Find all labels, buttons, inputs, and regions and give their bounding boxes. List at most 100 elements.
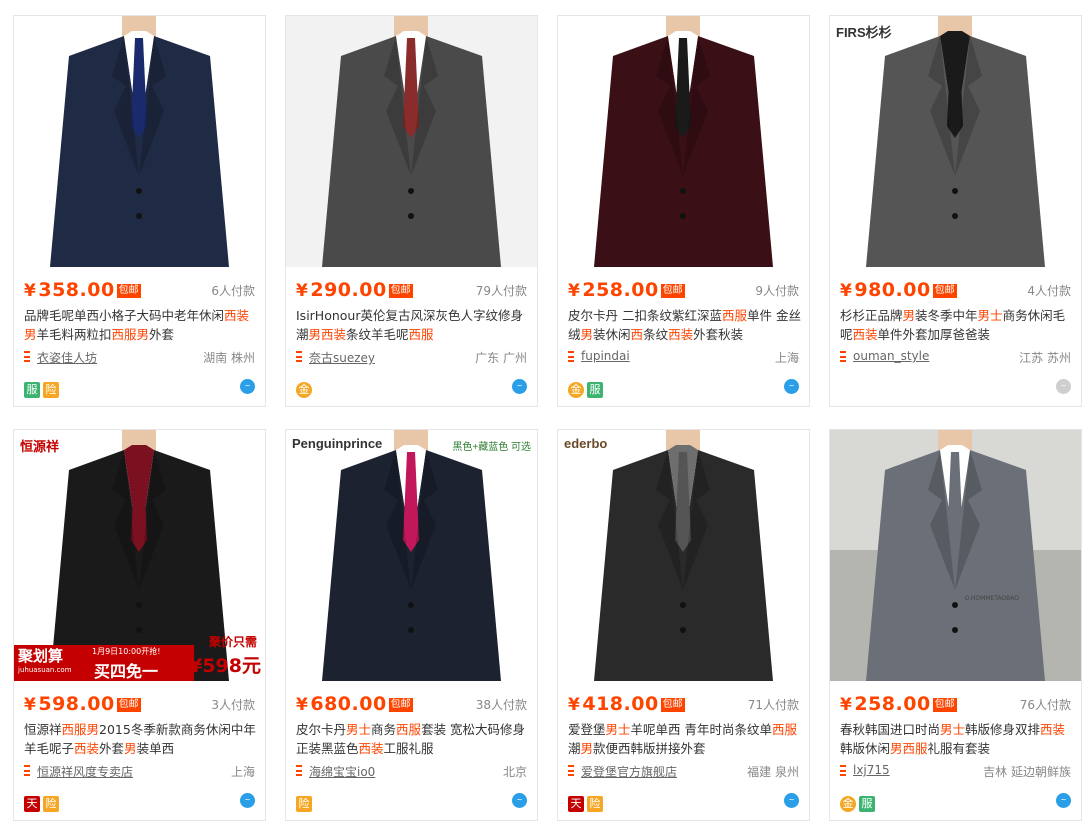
wangwang-chat-icon[interactable]: ~ xyxy=(784,793,799,808)
jacket-button xyxy=(952,602,958,608)
price-row: ¥358.00 包邮 6人付款 xyxy=(24,279,255,301)
title-text: 款便西韩版拼接外套 xyxy=(593,741,706,756)
shop-row: lxj715 吉林 延边朝鲜族 xyxy=(840,763,1071,779)
keyword-highlight: 西装 xyxy=(668,327,694,342)
gold-seller-icon[interactable]: 金 xyxy=(296,382,312,398)
price-value: 358.00 xyxy=(38,279,115,301)
keyword-highlight: 男西装 xyxy=(308,327,347,342)
keyword-highlight: 男西服 xyxy=(890,741,928,756)
product-title-link[interactable]: 杉杉正品牌男装冬季中年男士商务休闲毛呢西装单件外套加厚爸爸装 xyxy=(840,306,1073,346)
product-card[interactable]: ederbo ¥418.00 包邮 71人付款 爱登堡男士羊呢单西 青年时尚条纹单西服潮… xyxy=(557,429,810,821)
price-row: ¥680.00 包邮 38人付款 xyxy=(296,693,527,715)
shop-name-link[interactable]: fupindai xyxy=(581,349,630,363)
jacket-button xyxy=(680,188,686,194)
promo-date: 1月9日10:00开抢! xyxy=(92,647,161,656)
free-shipping-badge: 包邮 xyxy=(388,284,413,298)
wangwang-chat-icon[interactable]: ~ xyxy=(512,379,527,394)
title-text: 装休闲 xyxy=(593,327,631,342)
jacket-button xyxy=(680,627,686,633)
title-text: 装单西 xyxy=(136,741,175,756)
product-image-illustration xyxy=(14,16,265,267)
title-text: 皮尔卡丹 xyxy=(296,722,347,737)
gold-seller-icon[interactable]: 金 xyxy=(568,382,584,398)
insurance-icon[interactable]: 险 xyxy=(587,796,603,812)
currency-symbol: ¥ xyxy=(24,695,37,715)
shop-name-link[interactable]: ouman_style xyxy=(853,349,929,363)
tmall-icon[interactable]: 天 xyxy=(568,796,584,812)
keyword-highlight: 男士 xyxy=(605,722,631,737)
product-image[interactable] xyxy=(286,16,537,267)
wangwang-chat-icon[interactable]: ~ xyxy=(240,379,255,394)
currency-symbol: ¥ xyxy=(24,281,37,301)
service-guarantee-icon[interactable]: 服 xyxy=(859,796,875,812)
free-shipping-badge: 包邮 xyxy=(660,284,685,298)
product-title-link[interactable]: IsirHonour英伦复古风深灰色人字纹修身潮男西装条纹羊毛呢西服 xyxy=(296,306,529,346)
product-image[interactable]: Penguinprince 黑色+藏蓝色 可选 xyxy=(286,430,537,681)
product-card[interactable]: O.HOMMETAOBAO ¥258.00 包邮 76人付款 春秋韩国进口时尚男士韩版修… xyxy=(829,429,1082,821)
product-image[interactable]: ederbo xyxy=(558,430,809,681)
keyword-highlight: 男 xyxy=(902,308,916,323)
service-guarantee-icon[interactable]: 服 xyxy=(587,382,603,398)
price: ¥980.00 包邮 xyxy=(840,279,957,301)
service-icons: 天险 ~ xyxy=(568,792,799,812)
shop-row: ouman_style 江苏 苏州 xyxy=(840,349,1071,365)
price: ¥258.00 包邮 xyxy=(840,693,957,715)
jacket-button xyxy=(408,213,414,219)
tmall-icon[interactable]: 天 xyxy=(24,796,40,812)
product-image[interactable] xyxy=(558,16,809,267)
wangwang-chat-icon[interactable]: ~ xyxy=(1056,793,1071,808)
product-card[interactable]: Penguinprince 黑色+藏蓝色 可选 ¥680.00 包邮 38人付款皮尔卡丹… xyxy=(285,429,538,821)
title-text: 商务 xyxy=(371,722,397,737)
product-card[interactable]: ¥358.00 包邮 6人付款品牌毛呢单西小格子大码中老年休闲西装男羊毛料两粒扣西服… xyxy=(13,15,266,407)
shop-row: 奈古suezey 广东 广州 xyxy=(296,349,527,365)
product-image[interactable]: 恒源祥 聚划算 juhuasuan.com 1月9日10:00开抢! 买四免一 聚价只需 ¥… xyxy=(14,430,265,681)
product-title-link[interactable]: 品牌毛呢单西小格子大码中老年休闲西装男羊毛料两粒扣西服男外套 xyxy=(24,306,257,346)
insurance-icon[interactable]: 险 xyxy=(296,796,312,812)
product-card[interactable]: ¥290.00 包邮 79人付款 IsirHonour英伦复古风深灰色人字纹修身潮男西… xyxy=(285,15,538,407)
insurance-icon[interactable]: 险 xyxy=(43,382,59,398)
product-title-link[interactable]: 皮尔卡丹 二扣条纹紫红深蓝西服单件 金丝绒男装休闲西条纹西装外套秋装 xyxy=(568,306,801,346)
paid-count: 38人付款 xyxy=(475,698,527,712)
price-row: ¥258.00 包邮 9人付款 xyxy=(568,279,799,301)
product-title-link[interactable]: 恒源祥西服男2015冬季新款商务休闲中年羊毛呢子西装外套男装单西 xyxy=(24,720,257,760)
product-card[interactable]: ¥258.00 包邮 9人付款皮尔卡丹 二扣条纹紫红深蓝西服单件 金丝绒男装休闲西条… xyxy=(557,15,810,407)
paid-count: 79人付款 xyxy=(475,284,527,298)
service-guarantee-icon[interactable]: 服 xyxy=(24,382,40,398)
brand-logo: FIRS杉杉 xyxy=(836,25,892,40)
shop-name-link[interactable]: lxj715 xyxy=(853,763,890,777)
shop-name-link[interactable]: 衣姿佳人坊 xyxy=(37,349,97,366)
product-image[interactable] xyxy=(14,16,265,267)
product-card[interactable]: 恒源祥 聚划算 juhuasuan.com 1月9日10:00开抢! 买四免一 聚价只需 ¥… xyxy=(13,429,266,821)
location: 吉林 延边朝鲜族 xyxy=(983,765,1071,779)
shop-name-link[interactable]: 恒源祥风度专卖店 xyxy=(37,763,133,780)
shop-name-link[interactable]: 爱登堡官方旗舰店 xyxy=(581,763,677,780)
product-card[interactable]: FIRS杉杉 ¥980.00 包邮 4人付款 杉杉正品牌男装冬季中年男士商务休闲毛呢西装… xyxy=(829,15,1082,407)
product-image[interactable]: FIRS杉杉 xyxy=(830,16,1081,267)
title-text: 外套 xyxy=(99,741,125,756)
gold-seller-icon[interactable]: 金 xyxy=(840,796,856,812)
shop-icon xyxy=(296,765,302,776)
keyword-highlight: 西服 xyxy=(396,722,422,737)
product-image[interactable]: O.HOMMETAOBAO xyxy=(830,430,1081,681)
price: ¥680.00 包邮 xyxy=(296,693,413,715)
jacket-button xyxy=(952,213,958,219)
product-title-link[interactable]: 爱登堡男士羊呢单西 青年时尚条纹单西服潮男款便西韩版拼接外套 xyxy=(568,720,801,760)
wangwang-chat-icon[interactable]: ~ xyxy=(240,793,255,808)
wangwang-chat-icon[interactable]: ~ xyxy=(512,793,527,808)
shop-name-link[interactable]: 奈古suezey xyxy=(309,349,375,366)
jacket-button xyxy=(136,188,142,194)
free-shipping-badge: 包邮 xyxy=(660,698,685,712)
promo-right-label: 聚价只需 xyxy=(208,635,257,649)
insurance-icon[interactable]: 险 xyxy=(43,796,59,812)
title-text: 潮 xyxy=(568,741,581,756)
wangwang-chat-icon[interactable]: ~ xyxy=(1056,379,1071,394)
shop-icon xyxy=(296,351,302,362)
wangwang-chat-icon[interactable]: ~ xyxy=(784,379,799,394)
product-title-link[interactable]: 春秋韩国进口时尚男士韩版修身双排西装韩版休闲男西服礼服有套装 xyxy=(840,720,1073,760)
currency-symbol: ¥ xyxy=(296,281,309,301)
shop-name-link[interactable]: 海绵宝宝io0 xyxy=(309,763,375,780)
jacket-button xyxy=(136,602,142,608)
product-title-link[interactable]: 皮尔卡丹男士商务西服套装 宽松大码修身正装黑蓝色西装工服礼服 xyxy=(296,720,529,760)
price-value: 980.00 xyxy=(854,279,931,301)
paid-count: 3人付款 xyxy=(211,698,255,712)
